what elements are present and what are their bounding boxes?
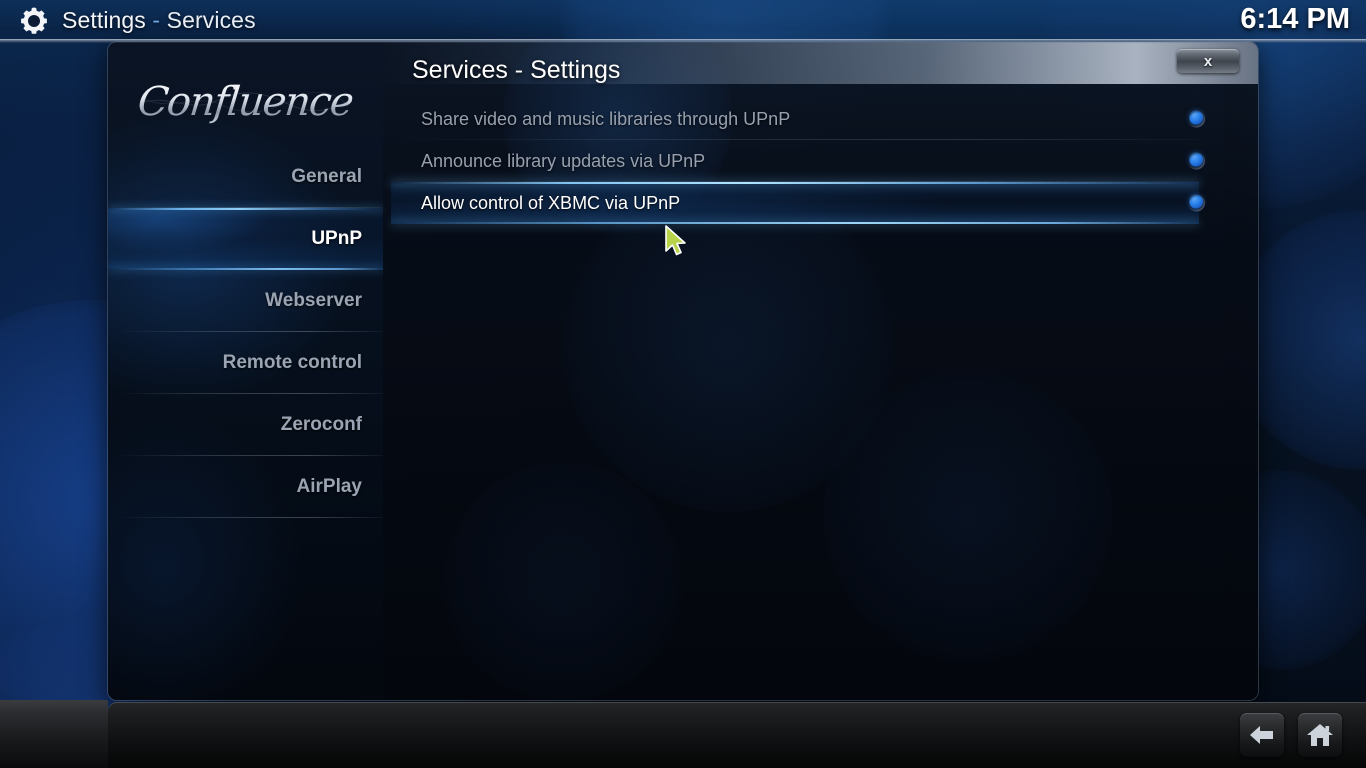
logo-flourish-icon bbox=[139, 92, 352, 113]
sidebar-item-divider bbox=[116, 517, 383, 518]
sidebar-item-upnp[interactable]: UPnP bbox=[108, 208, 383, 270]
top-bar: Settings - Services 6:14 PM bbox=[0, 0, 1366, 43]
sidebar-item-zeroconf[interactable]: Zeroconf bbox=[108, 394, 383, 456]
section-title: Services bbox=[166, 7, 256, 33]
sidebar-item-label: Zeroconf bbox=[280, 414, 362, 435]
sidebar-item-label: UPnP bbox=[311, 228, 362, 249]
home-icon bbox=[1307, 724, 1333, 746]
sidebar-item-label: AirPlay bbox=[296, 476, 362, 497]
sidebar-menu: General UPnP Webserver Remote control Zeroco… bbox=[108, 146, 383, 518]
close-icon: x bbox=[1203, 52, 1213, 70]
sidebar: Confluence General UPnP Webserver Remote co… bbox=[108, 42, 383, 700]
sidebar-item-label: General bbox=[291, 166, 362, 187]
setting-row[interactable]: Share video and music libraries through … bbox=[391, 98, 1203, 140]
content-title: Services - Settings bbox=[412, 56, 621, 84]
screen-root: Settings - Services 6:14 PM Confluence G… bbox=[0, 0, 1366, 768]
bokeh-circle bbox=[823, 372, 1113, 662]
toggle-rim bbox=[1188, 111, 1205, 128]
sidebar-item-label: Webserver bbox=[265, 290, 362, 311]
setting-label: Share video and music libraries through … bbox=[421, 108, 791, 129]
sidebar-item-general[interactable]: General bbox=[108, 146, 383, 208]
bokeh-circle bbox=[563, 182, 893, 512]
sidebar-focus-glow-top bbox=[108, 208, 383, 210]
bottom-left-strip bbox=[0, 700, 108, 768]
sidebar-item-remote-control[interactable]: Remote control bbox=[108, 332, 383, 394]
setting-focus-glow-top bbox=[391, 182, 1199, 184]
setting-toggle-on[interactable] bbox=[1188, 194, 1205, 212]
setting-toggle-on[interactable] bbox=[1188, 110, 1205, 128]
page-title: Settings - Services bbox=[62, 7, 256, 34]
title-separator: - bbox=[152, 7, 161, 33]
settings-dialog: Confluence General UPnP Webserver Remote co… bbox=[108, 42, 1258, 700]
clock: 6:14 PM bbox=[1240, 3, 1350, 35]
home-button[interactable] bbox=[1298, 713, 1342, 757]
close-button[interactable]: x bbox=[1177, 49, 1239, 73]
setting-label: Announce library updates via UPnP bbox=[421, 150, 706, 171]
setting-focus-glow-bottom bbox=[391, 222, 1199, 224]
gear-icon bbox=[21, 7, 47, 34]
settings-list: Share video and music libraries through … bbox=[391, 98, 1203, 224]
top-bar-divider bbox=[0, 39, 1366, 43]
bottom-navigation-bar bbox=[108, 702, 1366, 768]
sidebar-item-airplay[interactable]: AirPlay bbox=[108, 456, 383, 518]
back-arrow-icon bbox=[1250, 726, 1273, 744]
content-panel: Services - Settings x Share video and mu… bbox=[383, 42, 1258, 700]
toggle-rim bbox=[1188, 153, 1205, 170]
setting-toggle-on[interactable] bbox=[1188, 152, 1205, 170]
bokeh-circle bbox=[443, 462, 683, 700]
toggle-rim bbox=[1188, 195, 1205, 212]
setting-row[interactable]: Announce library updates via UPnP bbox=[391, 140, 1203, 182]
sidebar-item-webserver[interactable]: Webserver bbox=[108, 270, 383, 332]
back-button[interactable] bbox=[1240, 713, 1284, 757]
setting-label: Allow control of XBMC via UPnP bbox=[421, 192, 681, 213]
setting-row[interactable]: Allow control of XBMC via UPnP bbox=[391, 182, 1203, 224]
sidebar-item-label: Remote control bbox=[222, 352, 362, 373]
app-title-text: Settings bbox=[62, 7, 146, 33]
